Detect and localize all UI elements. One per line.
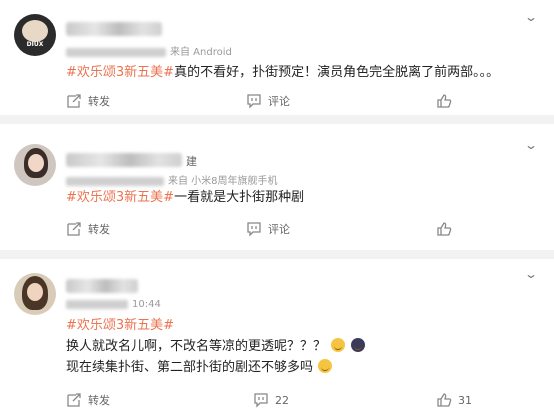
repost-button[interactable]: 转发 xyxy=(66,91,110,111)
comment-icon xyxy=(254,393,268,408)
comment-label: 评论 xyxy=(268,223,290,236)
post-body: 现在续集扑街、第二部扑街的剧还不够多吗 xyxy=(66,360,314,375)
post-time: 10:44 xyxy=(132,299,161,310)
post-text: #欢乐颂3新五美#一看就是大扑街那种剧 xyxy=(66,189,304,207)
comment-button[interactable]: 评论 xyxy=(246,91,290,111)
comment-button[interactable]: 评论 xyxy=(246,219,290,239)
post-card: 建 来自 小米8周年旗舰手机 ⌄ #欢乐颂3新五美#一看就是大扑街那种剧 转发 … xyxy=(0,124,554,248)
post-card: 10:44 ⌄ #欢乐颂3新五美# 换人就改名儿啊，不改名等凉的更透呢？？？ 现… xyxy=(0,259,554,409)
post-body: 一看就是大扑街那种剧 xyxy=(174,190,305,205)
post-meta: 10:44 xyxy=(66,299,161,310)
comment-button[interactable]: 22 xyxy=(253,390,289,409)
chevron-down-icon[interactable]: ⌄ xyxy=(524,138,538,152)
thumbs-up-icon xyxy=(437,94,452,108)
avatar[interactable] xyxy=(14,273,56,315)
repost-icon xyxy=(67,222,81,236)
repost-button[interactable]: 转发 xyxy=(66,390,110,409)
avatar-caption: DIUX xyxy=(26,41,44,48)
like-button[interactable] xyxy=(436,219,458,239)
username-suffix: 建 xyxy=(186,155,197,168)
chevron-down-icon[interactable]: ⌄ xyxy=(524,10,538,24)
hashtag-line: #欢乐颂3新五美# xyxy=(66,317,174,335)
post-text-line: 现在续集扑街、第二部扑街的剧还不够多吗 xyxy=(66,359,333,377)
post-source: 来自 Android xyxy=(170,47,232,58)
comment-icon xyxy=(247,94,261,109)
thumbs-up-icon xyxy=(437,393,452,407)
action-bar: 转发 评论 xyxy=(0,91,554,111)
like-button[interactable] xyxy=(436,91,458,111)
avatar[interactable]: DIUX xyxy=(14,14,56,56)
avatar[interactable] xyxy=(14,144,56,186)
separator xyxy=(0,250,554,259)
post-body: 换人就改名儿啊，不改名等凉的更透呢？？？ xyxy=(66,339,327,354)
thinking-emoji-icon xyxy=(331,338,346,352)
chevron-down-icon[interactable]: ⌄ xyxy=(524,267,538,281)
repost-button[interactable]: 转发 xyxy=(66,219,110,239)
comment-count: 22 xyxy=(275,393,289,407)
username[interactable] xyxy=(66,22,162,36)
username[interactable] xyxy=(66,153,182,167)
comment-label: 评论 xyxy=(268,95,290,108)
post-source: 来自 小米8周年旗舰手机 xyxy=(168,176,278,187)
post-body: 真的不看好，扑街预定！演员角色完全脱离了前两部。。。 xyxy=(174,65,500,80)
username[interactable] xyxy=(66,279,138,293)
action-bar: 转发 22 31 xyxy=(0,390,554,409)
repost-icon xyxy=(67,94,81,108)
hashtag-link[interactable]: #欢乐颂3新五美# xyxy=(66,318,174,333)
hashtag-link[interactable]: #欢乐颂3新五美# xyxy=(66,190,174,205)
post-meta: 来自 小米8周年旗舰手机 xyxy=(66,172,278,187)
hashtag-link[interactable]: #欢乐颂3新五美# xyxy=(66,65,174,80)
post-card: DIUX 来自 Android ⌄ #欢乐颂3新五美#真的不看好，扑街预定！演员… xyxy=(0,0,554,113)
comment-icon xyxy=(247,222,261,237)
separator xyxy=(0,115,554,124)
smile-emoji-icon xyxy=(318,359,333,373)
post-text-line: 换人就改名儿啊，不改名等凉的更透呢？？？ xyxy=(66,338,366,356)
action-bar: 转发 评论 xyxy=(0,219,554,239)
repost-label: 转发 xyxy=(88,223,110,236)
post-meta: 来自 Android xyxy=(66,43,232,58)
repost-icon xyxy=(67,393,81,407)
like-button[interactable]: 31 xyxy=(436,390,472,409)
like-count: 31 xyxy=(458,393,472,407)
thumbs-up-icon xyxy=(437,222,452,236)
repost-label: 转发 xyxy=(88,394,110,407)
face-emoji-icon xyxy=(351,338,366,352)
repost-label: 转发 xyxy=(88,95,110,108)
post-text: #欢乐颂3新五美#真的不看好，扑街预定！演员角色完全脱离了前两部。。。 xyxy=(66,64,499,82)
